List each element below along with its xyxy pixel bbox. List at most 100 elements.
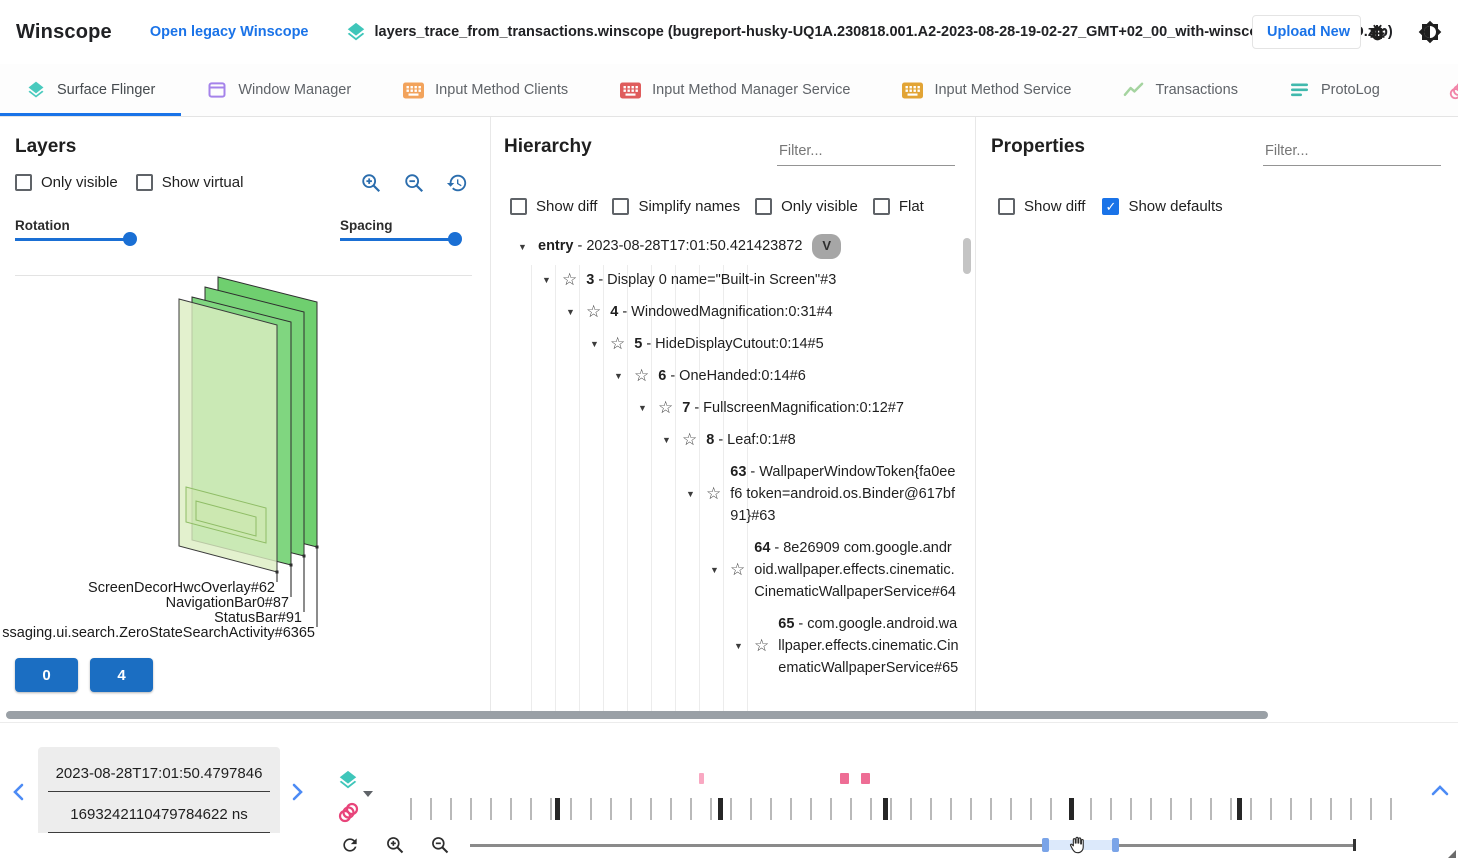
timeline-dark-tick — [1237, 798, 1242, 820]
trace-file-info: layers_trace_from_transactions.winscope … — [345, 21, 1253, 43]
collapse-arrow-icon[interactable]: ▼ — [732, 635, 745, 657]
pin-star-icon[interactable]: ☆ — [706, 485, 721, 503]
pin-star-icon[interactable]: ☆ — [730, 561, 745, 579]
tab-protolog[interactable]: ProtoLog — [1264, 64, 1406, 116]
collapse-arrow-icon[interactable]: ▼ — [516, 236, 529, 258]
collapse-arrow-icon[interactable]: ▼ — [660, 429, 673, 451]
collapse-arrow-icon[interactable]: ▼ — [588, 333, 601, 355]
checkbox-label: Show virtual — [162, 174, 244, 191]
collapse-arrow-icon[interactable]: ▼ — [708, 559, 721, 581]
pin-star-icon[interactable]: ☆ — [658, 399, 673, 417]
spacing-slider[interactable] — [340, 232, 460, 246]
tab-window-manager[interactable]: Window Manager — [181, 64, 377, 116]
show-virtual-checkbox[interactable]: Show virtual — [136, 174, 244, 191]
pin-star-icon[interactable]: ☆ — [610, 335, 625, 353]
tab-label: Window Manager — [238, 82, 351, 98]
collapse-arrow-icon[interactable]: ▼ — [564, 301, 577, 323]
only-visible-checkbox[interactable]: Only visible — [755, 198, 858, 215]
tab-transitions[interactable]: Transitions — [1422, 64, 1458, 116]
checkbox-box — [755, 198, 772, 215]
zoom-out-icon[interactable] — [401, 170, 427, 196]
range-slider-right-handle[interactable] — [1112, 838, 1119, 852]
only-visible-checkbox[interactable]: Only visible — [15, 174, 118, 191]
collapse-arrow-icon[interactable]: ▼ — [540, 269, 553, 291]
transitions-trace-icon[interactable] — [337, 800, 361, 824]
hierarchy-scrollbar[interactable] — [963, 238, 971, 718]
open-legacy-winscope-link[interactable]: Open legacy Winscope — [150, 24, 309, 40]
tree-row[interactable]: ▼ ☆ 6- OneHanded:0:14#6 — [504, 360, 959, 392]
hierarchy-filter-input[interactable] — [777, 139, 955, 166]
timeline-range-slider[interactable] — [470, 837, 1355, 853]
app-header: Winscope Open legacy Winscope layers_tra… — [0, 0, 1458, 64]
tab-input-method-clients[interactable]: Input Method Clients — [377, 64, 594, 116]
tab-label: ProtoLog — [1321, 82, 1380, 98]
display-button-4[interactable]: 4 — [90, 658, 153, 692]
timestamp-ns-input[interactable] — [48, 794, 270, 833]
tab-input-method-manager-service[interactable]: Input Method Manager Service — [594, 64, 876, 116]
rotation-slider-thumb[interactable] — [123, 232, 137, 246]
collapse-arrow-icon[interactable]: ▼ — [684, 483, 697, 505]
tree-row[interactable]: ▼ ☆ 3- Display 0 name="Built-in Screen"#… — [504, 264, 959, 296]
tree-row[interactable]: ▼ ☆ 7- FullscreenMagnification:0:12#7 — [504, 392, 959, 424]
collapse-arrow-icon[interactable]: ▼ — [636, 397, 649, 419]
tab-transactions[interactable]: Transactions — [1097, 64, 1263, 116]
checkbox-label: Only visible — [781, 198, 858, 215]
timeline-ticks[interactable] — [410, 798, 1395, 820]
flat-checkbox[interactable]: Flat — [873, 198, 924, 215]
layers-3d-canvas[interactable]: ScreenDecorHwcOverlay#62 NavigationBar0#… — [0, 255, 470, 645]
reset-view-icon[interactable] — [444, 170, 470, 196]
trace-selector-caret-icon[interactable] — [363, 791, 373, 797]
refresh-icon[interactable] — [338, 833, 362, 857]
horizontal-scrollbar[interactable] — [6, 711, 1268, 719]
tree-row-entry[interactable]: ▼ entry- 2023-08-28T17:01:50.421423872V — [504, 229, 959, 264]
tree-row[interactable]: ▼ ☆ 65- com.google.android.wallpaper.eff… — [504, 608, 959, 684]
list-icon — [1290, 81, 1310, 99]
tab-surface-flinger[interactable]: Surface Flinger — [0, 64, 181, 116]
pin-star-icon[interactable]: ☆ — [586, 303, 601, 321]
collapse-arrow-icon[interactable]: ▼ — [612, 365, 625, 387]
show-diff-checkbox[interactable]: Show diff — [998, 198, 1085, 215]
properties-filter-input[interactable] — [1263, 139, 1441, 166]
main-content: Layers Only visible Show virtual — [0, 117, 1458, 712]
range-slider-selection[interactable] — [1045, 840, 1115, 850]
range-slider-track[interactable] — [470, 844, 1355, 847]
hierarchy-panel-title: Hierarchy — [504, 136, 592, 158]
tree-row[interactable]: ▼ ☆ 63- WallpaperWindowToken{fa0eef6 tok… — [504, 456, 959, 532]
surface-flinger-trace-icon[interactable] — [337, 769, 361, 791]
range-slider-left-handle[interactable] — [1042, 838, 1049, 852]
next-entry-button[interactable] — [288, 781, 306, 806]
checkbox-label: Only visible — [41, 174, 118, 191]
rotation-slider[interactable] — [15, 232, 135, 246]
trace-tabs: Surface Flinger Window Manager Input Met… — [0, 64, 1458, 117]
layers-icon — [26, 80, 46, 100]
display-button-0[interactable]: 0 — [15, 658, 78, 692]
brightness-icon — [1418, 20, 1442, 44]
simplify-names-checkbox[interactable]: Simplify names — [612, 198, 740, 215]
tab-label: Surface Flinger — [57, 82, 155, 98]
dark-mode-toggle[interactable] — [1416, 18, 1444, 46]
keyboard-icon — [403, 81, 424, 100]
tree-row[interactable]: ▼ ☆ 5- HideDisplayCutout:0:14#5 — [504, 328, 959, 360]
upload-new-button[interactable]: Upload New — [1252, 15, 1361, 49]
timeline-zoom-out-icon[interactable] — [428, 833, 452, 857]
show-defaults-checkbox[interactable]: ✓ Show defaults — [1102, 198, 1222, 215]
pin-star-icon[interactable]: ☆ — [682, 431, 697, 449]
bug-report-button[interactable] — [1365, 20, 1390, 45]
collapse-timeline-button[interactable] — [1428, 781, 1452, 802]
tree-row[interactable]: ▼ ☆ 64- 8e26909 com.google.android.wallp… — [504, 532, 959, 608]
hierarchy-scrollbar-thumb[interactable] — [963, 238, 971, 274]
checkbox-box — [998, 198, 1015, 215]
timeline-zoom-in-icon[interactable] — [383, 833, 407, 857]
timestamp-human-input[interactable] — [48, 753, 270, 792]
pin-star-icon[interactable]: ☆ — [754, 637, 769, 655]
show-diff-checkbox[interactable]: Show diff — [510, 198, 597, 215]
previous-entry-button[interactable] — [10, 781, 28, 806]
zoom-in-icon[interactable] — [358, 170, 384, 196]
tab-input-method-service[interactable]: Input Method Service — [876, 64, 1097, 116]
trace-file-name: layers_trace_from_transactions.winscope … — [375, 24, 1393, 40]
tree-row[interactable]: ▼ ☆ 8- Leaf:0:1#8 — [504, 424, 959, 456]
tree-row[interactable]: ▼ ☆ 4- WindowedMagnification:0:31#4 — [504, 296, 959, 328]
pin-star-icon[interactable]: ☆ — [562, 271, 577, 289]
pin-star-icon[interactable]: ☆ — [634, 367, 649, 385]
spacing-slider-thumb[interactable] — [448, 232, 462, 246]
